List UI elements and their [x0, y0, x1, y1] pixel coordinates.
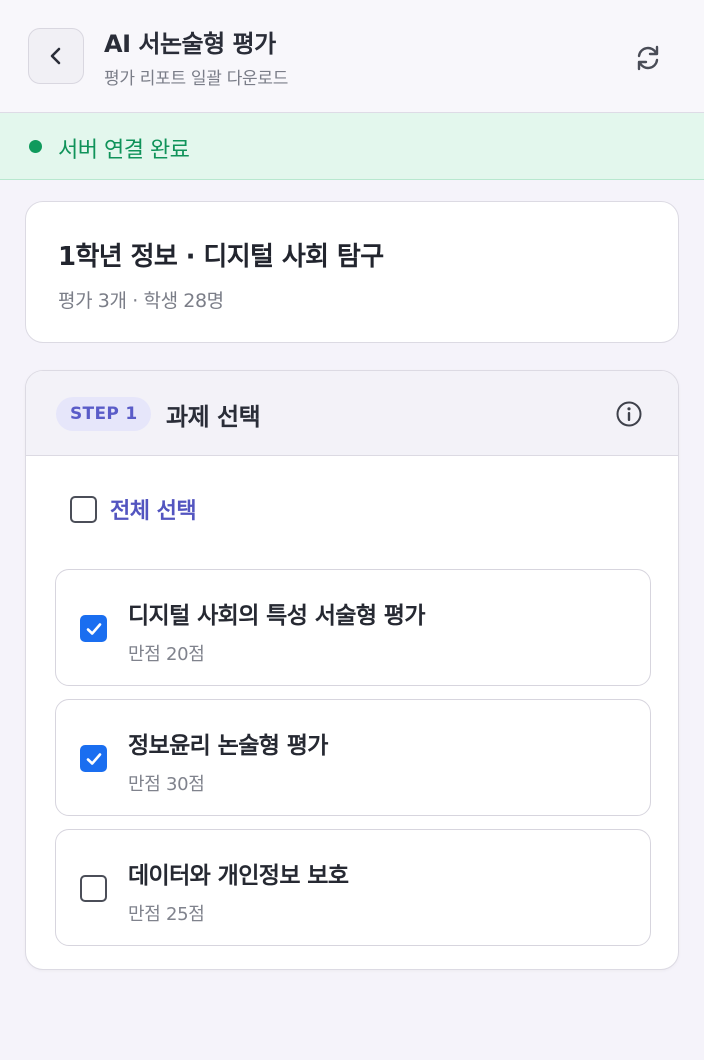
task-item[interactable]: 정보윤리 논술형 평가 만점 30점	[55, 699, 651, 816]
task-item[interactable]: 데이터와 개인정보 보호 만점 25점	[55, 829, 651, 946]
step-badge: STEP 1	[56, 397, 152, 431]
task-checkbox[interactable]	[80, 875, 107, 902]
refresh-button[interactable]	[628, 38, 668, 78]
task-title: 정보윤리 논술형 평가	[128, 733, 328, 759]
step-header: STEP 1 과제 선택	[26, 371, 678, 456]
task-score: 만점 25점	[128, 904, 205, 925]
class-title: 1학년 정보 · 디지털 사회 탐구	[58, 242, 384, 272]
check-icon	[86, 752, 101, 765]
refresh-icon	[637, 45, 659, 71]
page-subtitle: 평가 리포트 일괄 다운로드	[104, 69, 289, 89]
connection-status-bar: 서버 연결 완료	[0, 113, 704, 180]
task-item[interactable]: 디지털 사회의 특성 서술형 평가 만점 20점	[55, 569, 651, 686]
class-meta: 평가 3개 · 학생 28명	[58, 290, 224, 312]
app-header: AI 서논술형 평가 평가 리포트 일괄 다운로드	[0, 0, 704, 113]
select-all-box[interactable]	[70, 495, 97, 523]
status-dot-icon	[29, 140, 42, 153]
task-title: 디지털 사회의 특성 서술형 평가	[128, 603, 426, 629]
page-title: AI 서논술형 평가	[104, 30, 276, 58]
class-info-card: 1학년 정보 · 디지털 사회 탐구 평가 3개 · 학생 28명	[25, 201, 679, 343]
task-checkbox[interactable]	[80, 615, 107, 642]
step-title: 과제 선택	[166, 403, 261, 431]
info-icon[interactable]	[615, 400, 643, 428]
chevron-left-icon	[50, 47, 61, 65]
task-score: 만점 20점	[128, 644, 205, 665]
task-checkbox[interactable]	[80, 745, 107, 772]
select-all-label: 전체 선택	[110, 499, 197, 524]
check-icon	[86, 622, 101, 635]
task-selection-card: STEP 1 과제 선택 전체 선택 디지털 사회의 특성 서술형 평가 만점 …	[25, 370, 679, 970]
task-score: 만점 30점	[128, 774, 205, 795]
select-all-checkbox[interactable]: 전체 선택	[70, 494, 197, 524]
status-text: 서버 연결 완료	[58, 138, 190, 163]
back-button[interactable]	[28, 28, 84, 84]
task-title: 데이터와 개인정보 보호	[128, 863, 349, 889]
